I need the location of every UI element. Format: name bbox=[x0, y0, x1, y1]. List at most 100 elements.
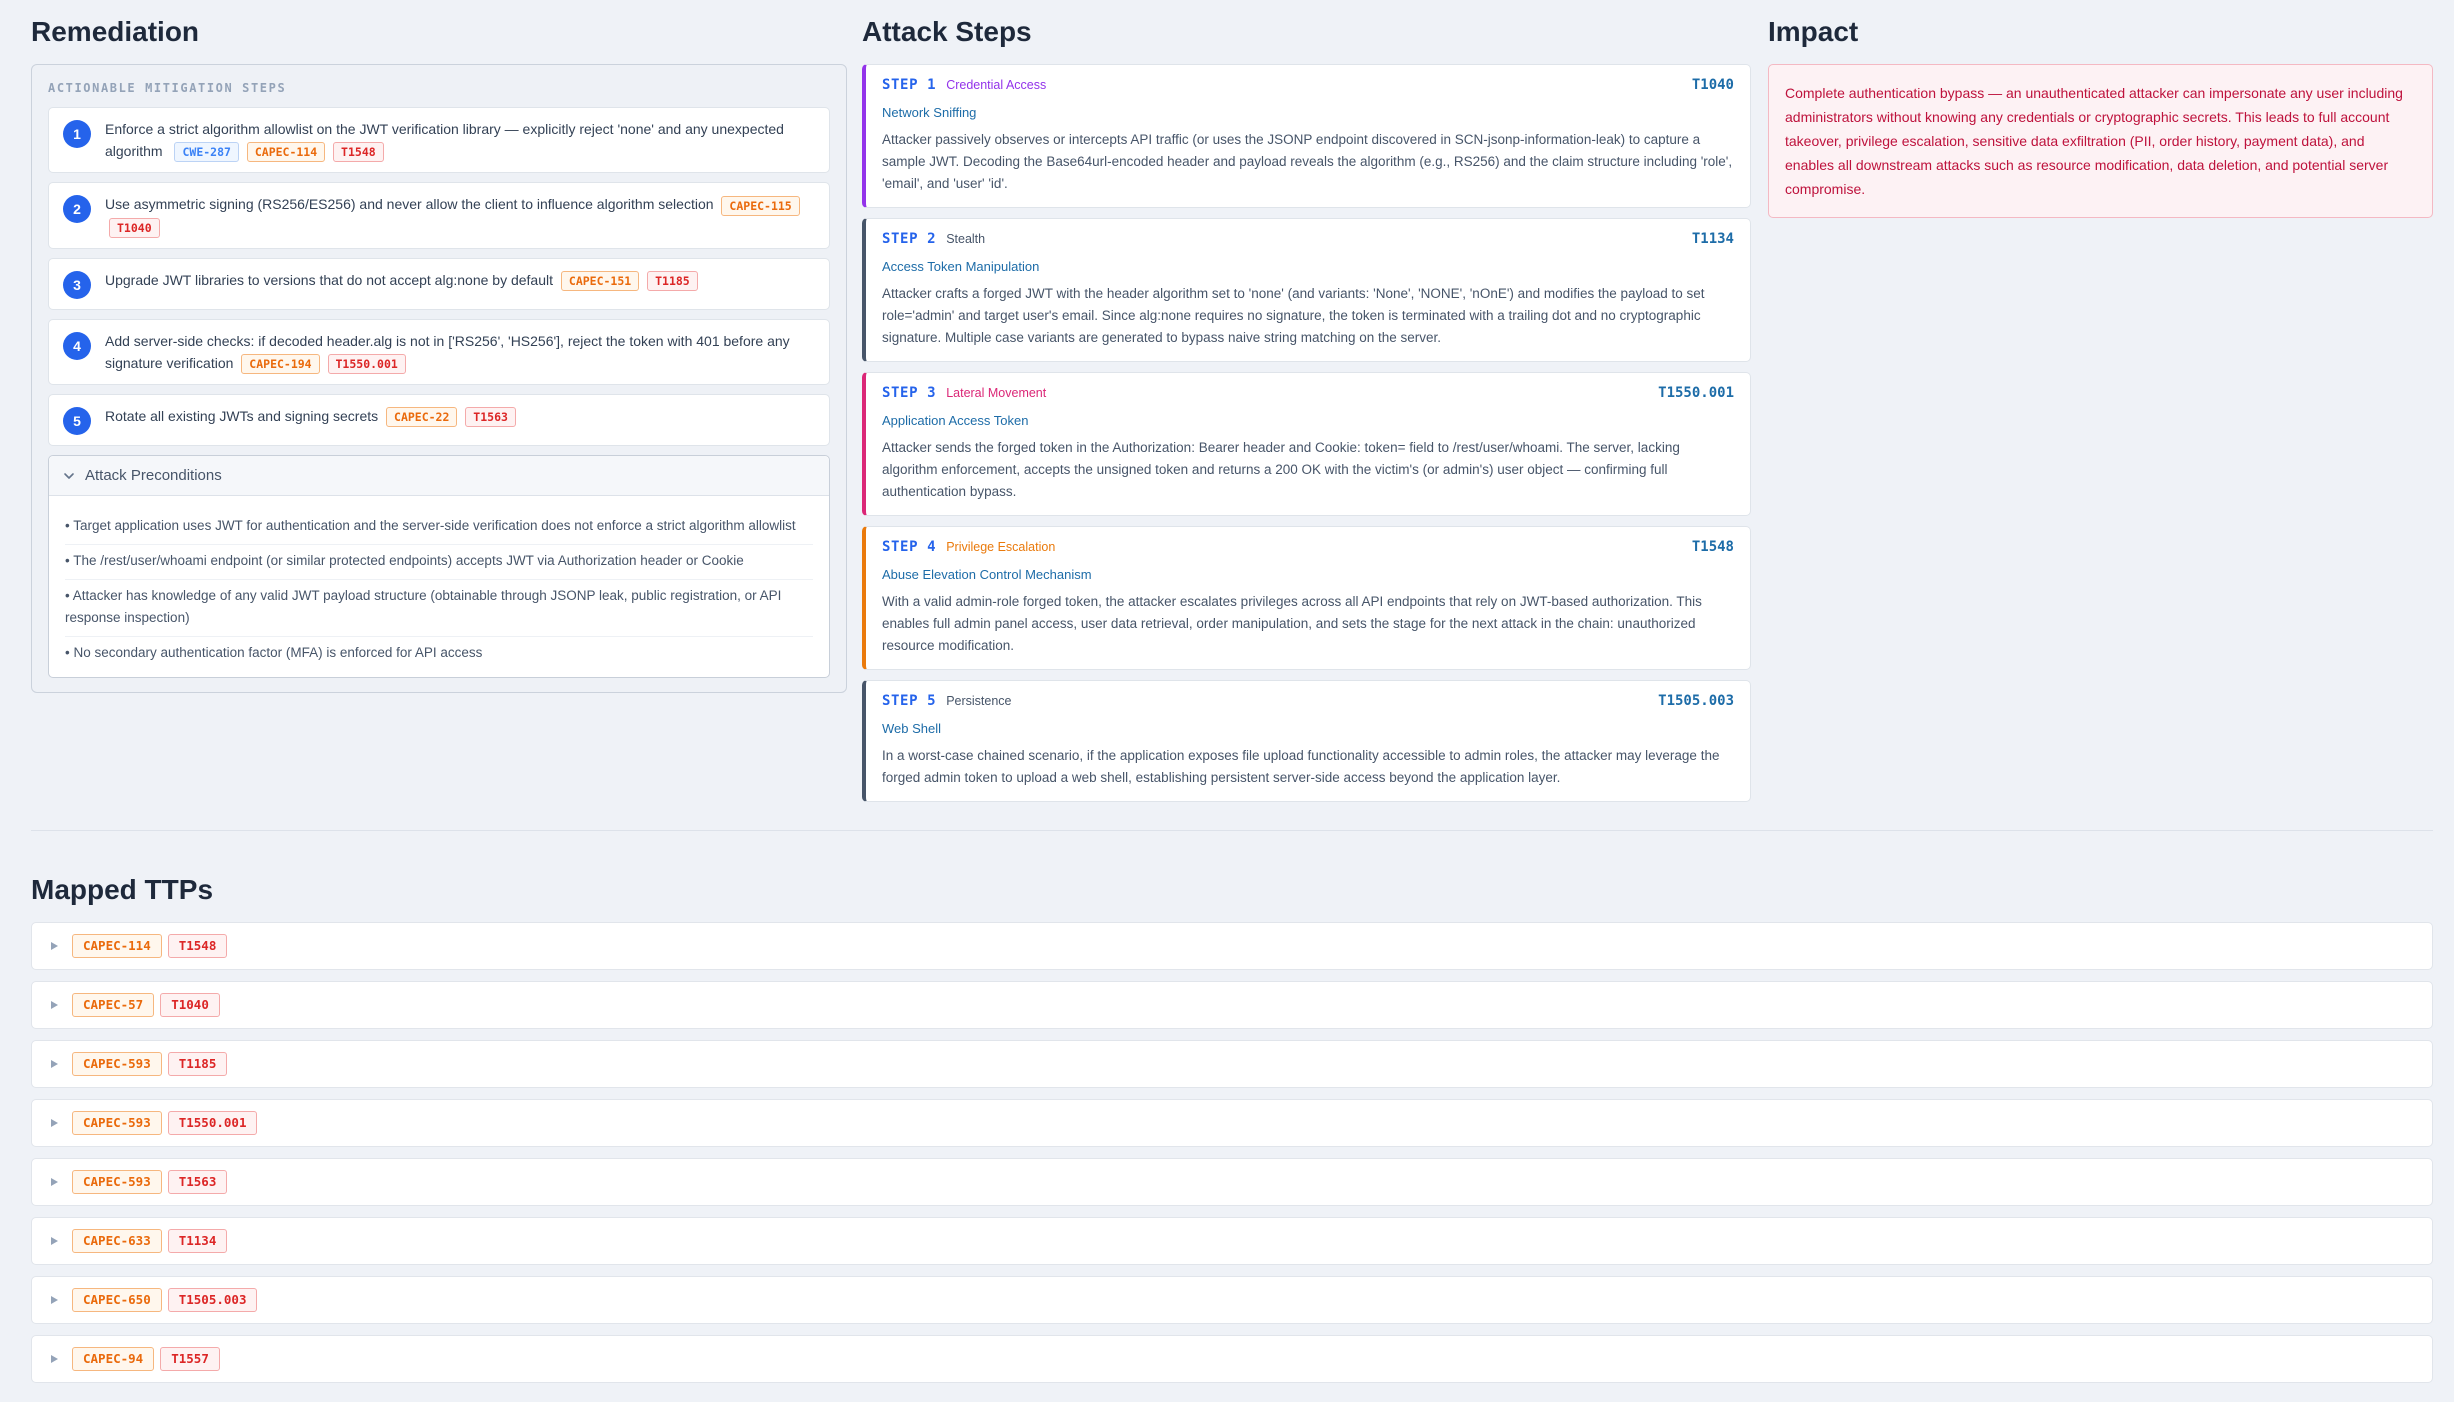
mitigation-description: Upgrade JWT libraries to versions that d… bbox=[105, 271, 553, 288]
attack-step-card: STEP 4 Privilege Escalation T1548 Abuse … bbox=[862, 526, 1751, 670]
mitigation-text: Upgrade JWT libraries to versions that d… bbox=[105, 269, 698, 292]
capec-tag[interactable]: CAPEC-194 bbox=[241, 354, 320, 375]
technique-tag[interactable]: T1557 bbox=[160, 1347, 220, 1371]
mitigation-step: 2 Use asymmetric signing (RS256/ES256) a… bbox=[48, 182, 830, 249]
capec-tag[interactable]: CAPEC-151 bbox=[560, 271, 640, 292]
technique-tag[interactable]: T1185 bbox=[647, 271, 698, 292]
mitigation-step: 3 Upgrade JWT libraries to versions that… bbox=[48, 257, 830, 310]
technique-tag[interactable]: T1185 bbox=[167, 1052, 228, 1076]
step-description: In a worst-case chained scenario, if the… bbox=[882, 748, 1720, 785]
preconditions-list: • Target application uses JWT for authen… bbox=[49, 496, 829, 677]
technique-name: Web Shell bbox=[882, 721, 942, 736]
attack-step-card: STEP 2 Stealth T1134 Access Token Manipu… bbox=[862, 218, 1751, 362]
capec-tag[interactable]: CAPEC-94 bbox=[72, 1347, 155, 1371]
technique-tag[interactable]: T1040 bbox=[160, 993, 220, 1017]
mapped-ttps-section: Mapped TTPs CAPEC-114 T1548 CAPEC-57 T10… bbox=[31, 872, 2433, 1394]
technique-id: T1134 bbox=[1691, 231, 1734, 247]
technique-name: Network Sniffing bbox=[882, 105, 977, 120]
technique-name: Application Access Token bbox=[882, 413, 1029, 428]
capec-tag[interactable]: CAPEC-22 bbox=[386, 407, 458, 428]
caret-right-icon[interactable] bbox=[48, 1353, 60, 1365]
capec-tag[interactable]: CAPEC-593 bbox=[72, 1170, 162, 1194]
technique-name: Abuse Elevation Control Mechanism bbox=[882, 567, 1092, 582]
technique-id: T1505.003 bbox=[1658, 693, 1734, 709]
ttp-row[interactable]: CAPEC-94 T1557 bbox=[31, 1335, 2433, 1383]
ttp-row[interactable]: CAPEC-57 T1040 bbox=[31, 981, 2433, 1029]
mitigation-panel: ACTIONABLE MITIGATION STEPS 1 Enforce a … bbox=[31, 64, 847, 694]
caret-right-icon[interactable] bbox=[48, 1176, 60, 1188]
step-number-badge: 2 bbox=[63, 195, 91, 224]
technique-tag[interactable]: T1040 bbox=[109, 217, 160, 238]
ttp-row[interactable]: CAPEC-593 T1563 bbox=[31, 1158, 2433, 1206]
tactic-label: Credential Access bbox=[946, 78, 1047, 92]
caret-right-icon[interactable] bbox=[48, 1117, 60, 1129]
capec-tag[interactable]: CAPEC-114 bbox=[246, 142, 326, 163]
ttp-row[interactable]: CAPEC-593 T1550.001 bbox=[31, 1099, 2433, 1147]
impact-title: Impact bbox=[1768, 16, 1859, 47]
step-label: STEP 2 bbox=[882, 231, 937, 247]
step-description: Attacker sends the forged token in the A… bbox=[882, 440, 1680, 499]
mitigation-step: 5 Rotate all existing JWTs and signing s… bbox=[48, 394, 830, 447]
step-label: STEP 3 bbox=[882, 385, 937, 401]
technique-tag[interactable]: T1550.001 bbox=[327, 354, 406, 375]
technique-tag[interactable]: T1563 bbox=[167, 1170, 228, 1194]
mitigation-text: Rotate all existing JWTs and signing sec… bbox=[105, 405, 516, 428]
technique-id: T1548 bbox=[1691, 539, 1734, 555]
capec-tag[interactable]: CAPEC-57 bbox=[72, 993, 155, 1017]
preconditions-title: Attack Preconditions bbox=[85, 467, 222, 485]
mapped-ttps-title: Mapped TTPs bbox=[31, 874, 214, 905]
preconditions-panel: Attack Preconditions • Target applicatio… bbox=[48, 455, 830, 679]
attack-step-card: STEP 3 Lateral Movement T1550.001 Applic… bbox=[862, 372, 1751, 516]
precondition-item: • Attacker has knowledge of any valid JW… bbox=[65, 580, 813, 638]
step-description: With a valid admin-role forged token, th… bbox=[882, 594, 1702, 653]
attack-steps-section: Attack Steps STEP 1 Credential Access T1… bbox=[862, 14, 1751, 812]
technique-name: Access Token Manipulation bbox=[882, 259, 1040, 274]
precondition-item: • No secondary authentication factor (MF… bbox=[65, 645, 483, 661]
technique-tag[interactable]: T1505.003 bbox=[167, 1288, 258, 1312]
capec-tag[interactable]: CAPEC-115 bbox=[721, 195, 800, 216]
step-number-badge: 1 bbox=[63, 120, 91, 148]
mitigation-description: Add server-side checks: if decoded heade… bbox=[105, 332, 790, 371]
capec-tag[interactable]: CAPEC-114 bbox=[72, 934, 162, 958]
remediation-section: Remediation ACTIONABLE MITIGATION STEPS … bbox=[31, 14, 847, 694]
tactic-label: Stealth bbox=[946, 232, 986, 246]
capec-tag[interactable]: CAPEC-650 bbox=[72, 1288, 162, 1312]
technique-tag[interactable]: T1548 bbox=[167, 934, 228, 958]
tactic-label: Lateral Movement bbox=[946, 386, 1047, 400]
impact-description: Complete authentication bypass — an unau… bbox=[1768, 64, 2433, 218]
caret-right-icon[interactable] bbox=[48, 1058, 60, 1070]
technique-tag[interactable]: T1563 bbox=[465, 407, 516, 428]
mitigation-text: Enforce a strict algorithm allowlist on … bbox=[105, 118, 815, 163]
step-number-badge: 4 bbox=[63, 331, 91, 360]
mitigation-step: 1 Enforce a strict algorithm allowlist o… bbox=[48, 107, 830, 174]
capec-tag[interactable]: CAPEC-593 bbox=[72, 1111, 162, 1135]
step-description: Attacker passively observes or intercept… bbox=[882, 132, 1733, 191]
mitigation-heading: ACTIONABLE MITIGATION STEPS bbox=[48, 81, 287, 95]
caret-right-icon[interactable] bbox=[48, 999, 60, 1011]
capec-tag[interactable]: CAPEC-593 bbox=[72, 1052, 162, 1076]
ttp-row[interactable]: CAPEC-593 T1185 bbox=[31, 1040, 2433, 1088]
ttp-row[interactable]: CAPEC-114 T1548 bbox=[31, 922, 2433, 970]
step-number-badge: 5 bbox=[63, 407, 91, 436]
mitigation-text: Use asymmetric signing (RS256/ES256) and… bbox=[105, 193, 815, 238]
attack-step-card: STEP 5 Persistence T1505.003 Web Shell I… bbox=[862, 680, 1751, 802]
step-label: STEP 5 bbox=[882, 693, 937, 709]
caret-right-icon[interactable] bbox=[48, 1294, 60, 1306]
technique-id: T1550.001 bbox=[1658, 385, 1734, 401]
ttp-row[interactable]: CAPEC-650 T1505.003 bbox=[31, 1276, 2433, 1324]
mitigation-text: Add server-side checks: if decoded heade… bbox=[105, 330, 815, 375]
technique-tag[interactable]: T1134 bbox=[167, 1229, 228, 1253]
preconditions-toggle[interactable]: Attack Preconditions bbox=[49, 456, 829, 497]
mitigation-description: Rotate all existing JWTs and signing sec… bbox=[105, 408, 379, 425]
technique-tag[interactable]: T1548 bbox=[333, 142, 384, 163]
ttp-row[interactable]: CAPEC-633 T1134 bbox=[31, 1217, 2433, 1265]
attack-steps-title: Attack Steps bbox=[862, 16, 1032, 47]
cwe-tag[interactable]: CWE-287 bbox=[174, 142, 239, 163]
step-number-badge: 3 bbox=[63, 270, 91, 299]
caret-right-icon[interactable] bbox=[48, 1235, 60, 1247]
precondition-item: • Target application uses JWT for authen… bbox=[65, 510, 813, 546]
technique-tag[interactable]: T1550.001 bbox=[167, 1111, 258, 1135]
mitigation-description: Use asymmetric signing (RS256/ES256) and… bbox=[105, 196, 714, 213]
capec-tag[interactable]: CAPEC-633 bbox=[72, 1229, 162, 1253]
caret-right-icon[interactable] bbox=[48, 940, 60, 952]
